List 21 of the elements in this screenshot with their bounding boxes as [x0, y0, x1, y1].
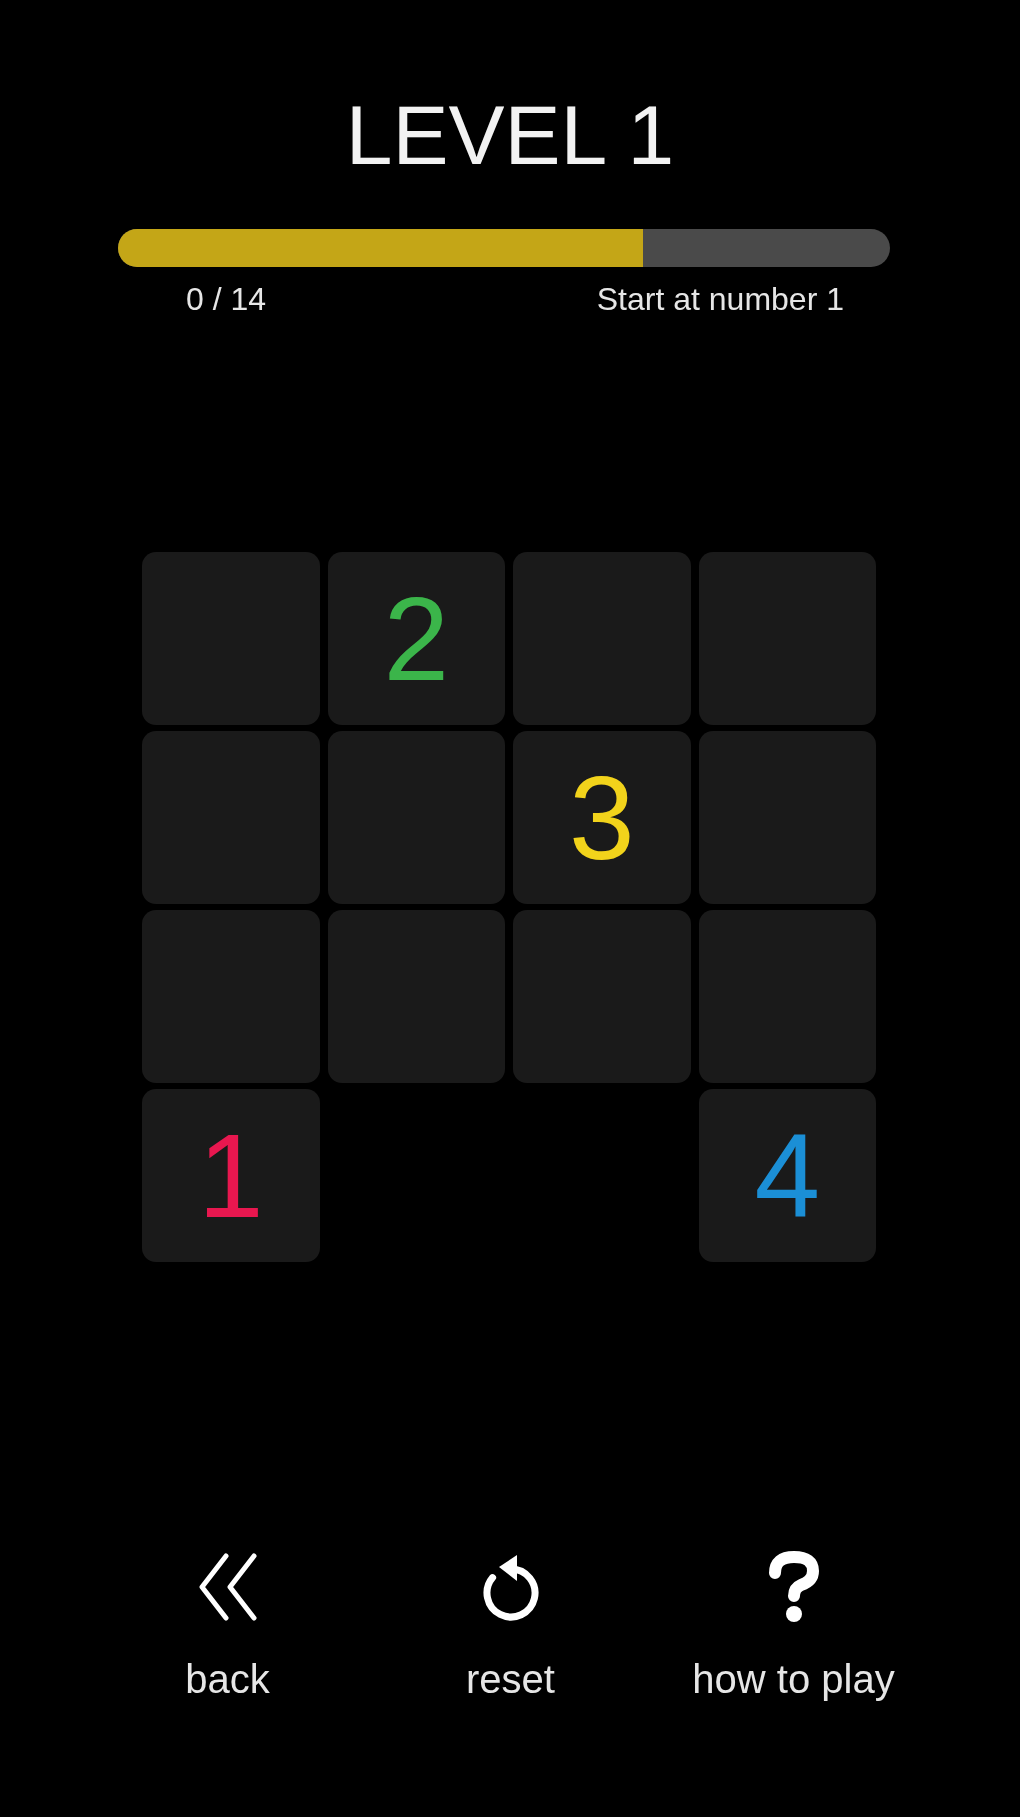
grid-tile[interactable]	[142, 552, 320, 725]
grid-tile[interactable]	[698, 910, 876, 1083]
grid-tile[interactable]	[698, 552, 876, 725]
level-title: LEVEL 1	[345, 93, 675, 177]
back-button[interactable]: back	[185, 1551, 270, 1701]
grid-tile[interactable]	[513, 910, 691, 1083]
grid-tile[interactable]	[327, 731, 505, 904]
help-button[interactable]: how to play	[692, 1551, 895, 1701]
hint-text: Start at number 1	[596, 281, 844, 317]
number-tile[interactable]: 4	[698, 1089, 876, 1262]
reset-button[interactable]: reset	[466, 1551, 555, 1701]
grid-tile[interactable]	[142, 910, 320, 1083]
number-tile[interactable]: 1	[142, 1089, 320, 1262]
double-chevron-icon	[198, 1553, 257, 1621]
grid-tile[interactable]	[327, 910, 505, 1083]
grid-tile[interactable]	[513, 552, 691, 725]
move-counter: 0 / 14	[186, 281, 267, 317]
number-tile[interactable]: 2	[327, 552, 505, 725]
grid-tile[interactable]	[142, 731, 320, 904]
number-tile[interactable]: 3	[513, 731, 691, 904]
grid-tile[interactable]	[698, 731, 876, 904]
